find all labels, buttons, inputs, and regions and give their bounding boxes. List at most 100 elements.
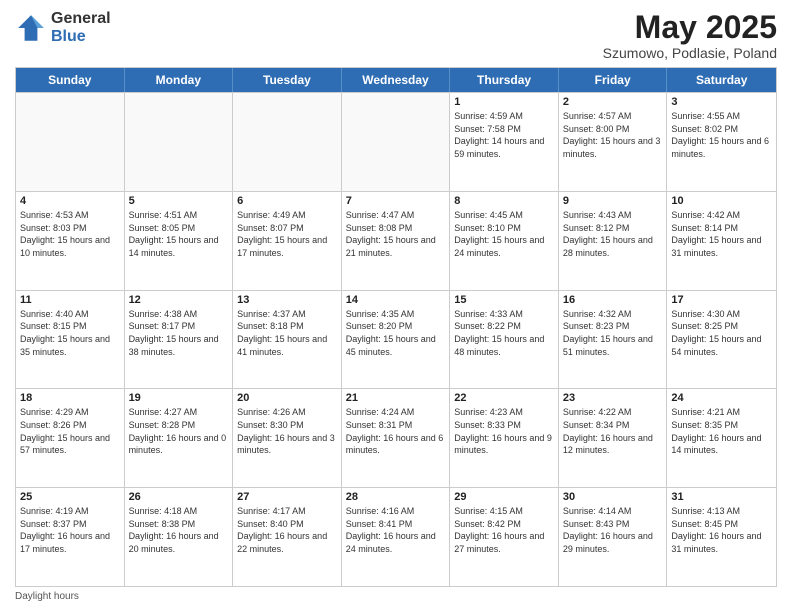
day-number: 19 — [129, 392, 229, 404]
cal-cell — [16, 93, 125, 191]
cal-cell: 6 Sunrise: 4:49 AM Sunset: 8:07 PM Daylig… — [233, 192, 342, 290]
cal-header-monday: Monday — [125, 68, 234, 92]
day-number: 31 — [671, 491, 772, 503]
cal-cell: 19Sunrise: 4:27 AM Sunset: 8:28 PM Dayli… — [125, 389, 234, 487]
day-number: 18 — [20, 392, 120, 404]
title-location: Szumowo, Podlasie, Poland — [603, 45, 777, 61]
cal-cell: 5Sunrise: 4:51 AM Sunset: 8:05 PM Daylig… — [125, 192, 234, 290]
cal-cell: 13 Sunrise: 4:37 AM Sunset: 8:18 PM Dayli… — [233, 291, 342, 389]
cal-cell: 3 Sunrise: 4:55 AM Sunset: 8:02 PM Daylig… — [667, 93, 776, 191]
cal-cell: 4Sunrise: 4:53 AM Sunset: 8:03 PM Daylig… — [16, 192, 125, 290]
day-detail: Sunrise: 4:24 AM Sunset: 8:31 PM Dayligh… — [346, 406, 446, 456]
cal-cell: 25 Sunrise: 4:19 AM Sunset: 8:37 PM Dayli… — [16, 488, 125, 586]
day-number: 6 — [237, 195, 337, 207]
cal-header-tuesday: Tuesday — [233, 68, 342, 92]
day-detail: Sunrise: 4:15 AM Sunset: 8:42 PM Dayligh… — [454, 505, 554, 555]
day-number: 21 — [346, 392, 446, 404]
header: General Blue May 2025 Szumowo, Podlasie,… — [15, 10, 777, 61]
day-number: 15 — [454, 294, 554, 306]
cal-week-4: 18 Sunrise: 4:29 AM Sunset: 8:26 PM Dayli… — [16, 388, 776, 487]
cal-cell: 10 Sunrise: 4:42 AM Sunset: 8:14 PM Dayli… — [667, 192, 776, 290]
cal-cell — [342, 93, 451, 191]
cal-header-thursday: Thursday — [450, 68, 559, 92]
logo-text: General Blue — [51, 10, 111, 45]
day-detail: Sunrise: 4:55 AM Sunset: 8:02 PM Dayligh… — [671, 110, 772, 160]
day-number: 10 — [671, 195, 772, 207]
cal-cell: 29 Sunrise: 4:15 AM Sunset: 8:42 PM Dayli… — [450, 488, 559, 586]
calendar-body: 1 Sunrise: 4:59 AM Sunset: 7:58 PM Daylig… — [16, 92, 776, 586]
cal-cell: 23 Sunrise: 4:22 AM Sunset: 8:34 PM Dayli… — [559, 389, 668, 487]
logo: General Blue — [15, 10, 111, 45]
title-month: May 2025 — [603, 10, 777, 45]
day-detail: Sunrise: 4:43 AM Sunset: 8:12 PM Dayligh… — [563, 209, 663, 259]
day-detail: Sunrise: 4:53 AM Sunset: 8:03 PM Dayligh… — [20, 209, 120, 259]
day-number: 8 — [454, 195, 554, 207]
day-detail: Sunrise: 4:57 AM Sunset: 8:00 PM Dayligh… — [563, 110, 663, 160]
cal-cell: 31 Sunrise: 4:13 AM Sunset: 8:45 PM Dayli… — [667, 488, 776, 586]
cal-cell: 7 Sunrise: 4:47 AM Sunset: 8:08 PM Daylig… — [342, 192, 451, 290]
cal-cell: 26 Sunrise: 4:18 AM Sunset: 8:38 PM Dayli… — [125, 488, 234, 586]
day-number: 25 — [20, 491, 120, 503]
day-detail: Sunrise: 4:37 AM Sunset: 8:18 PM Dayligh… — [237, 308, 337, 358]
day-number: 27 — [237, 491, 337, 503]
cal-cell: 11 Sunrise: 4:40 AM Sunset: 8:15 PM Dayli… — [16, 291, 125, 389]
cal-header-friday: Friday — [559, 68, 668, 92]
logo-blue-text: Blue — [51, 28, 111, 46]
day-number: 11 — [20, 294, 120, 306]
cal-cell: 14Sunrise: 4:35 AM Sunset: 8:20 PM Dayli… — [342, 291, 451, 389]
calendar: SundayMondayTuesdayWednesdayThursdayFrid… — [15, 67, 777, 587]
cal-header-saturday: Saturday — [667, 68, 776, 92]
cal-cell: 22 Sunrise: 4:23 AM Sunset: 8:33 PM Dayli… — [450, 389, 559, 487]
day-number: 22 — [454, 392, 554, 404]
day-number: 20 — [237, 392, 337, 404]
cal-cell: 16 Sunrise: 4:32 AM Sunset: 8:23 PM Dayli… — [559, 291, 668, 389]
day-detail: Sunrise: 4:22 AM Sunset: 8:34 PM Dayligh… — [563, 406, 663, 456]
cal-cell: 28Sunrise: 4:16 AM Sunset: 8:41 PM Dayli… — [342, 488, 451, 586]
day-detail: Sunrise: 4:45 AM Sunset: 8:10 PM Dayligh… — [454, 209, 554, 259]
day-detail: Sunrise: 4:14 AM Sunset: 8:43 PM Dayligh… — [563, 505, 663, 555]
day-detail: Sunrise: 4:49 AM Sunset: 8:07 PM Dayligh… — [237, 209, 337, 259]
day-number: 3 — [671, 96, 772, 108]
cal-cell: 24Sunrise: 4:21 AM Sunset: 8:35 PM Dayli… — [667, 389, 776, 487]
cal-cell: 18 Sunrise: 4:29 AM Sunset: 8:26 PM Dayli… — [16, 389, 125, 487]
day-detail: Sunrise: 4:17 AM Sunset: 8:40 PM Dayligh… — [237, 505, 337, 555]
footer-note: Daylight hours — [15, 591, 777, 602]
day-number: 29 — [454, 491, 554, 503]
cal-cell: 20Sunrise: 4:26 AM Sunset: 8:30 PM Dayli… — [233, 389, 342, 487]
cal-cell: 2Sunrise: 4:57 AM Sunset: 8:00 PM Daylig… — [559, 93, 668, 191]
cal-cell: 30Sunrise: 4:14 AM Sunset: 8:43 PM Dayli… — [559, 488, 668, 586]
day-detail: Sunrise: 4:30 AM Sunset: 8:25 PM Dayligh… — [671, 308, 772, 358]
cal-cell: 12Sunrise: 4:38 AM Sunset: 8:17 PM Dayli… — [125, 291, 234, 389]
cal-header-sunday: Sunday — [16, 68, 125, 92]
cal-header-wednesday: Wednesday — [342, 68, 451, 92]
calendar-header-row: SundayMondayTuesdayWednesdayThursdayFrid… — [16, 68, 776, 92]
day-number: 7 — [346, 195, 446, 207]
day-number: 13 — [237, 294, 337, 306]
day-detail: Sunrise: 4:59 AM Sunset: 7:58 PM Dayligh… — [454, 110, 554, 160]
day-detail: Sunrise: 4:47 AM Sunset: 8:08 PM Dayligh… — [346, 209, 446, 259]
day-number: 9 — [563, 195, 663, 207]
day-detail: Sunrise: 4:13 AM Sunset: 8:45 PM Dayligh… — [671, 505, 772, 555]
day-number: 26 — [129, 491, 229, 503]
day-detail: Sunrise: 4:42 AM Sunset: 8:14 PM Dayligh… — [671, 209, 772, 259]
day-number: 1 — [454, 96, 554, 108]
day-detail: Sunrise: 4:35 AM Sunset: 8:20 PM Dayligh… — [346, 308, 446, 358]
day-number: 23 — [563, 392, 663, 404]
day-detail: Sunrise: 4:23 AM Sunset: 8:33 PM Dayligh… — [454, 406, 554, 456]
cal-week-2: 4Sunrise: 4:53 AM Sunset: 8:03 PM Daylig… — [16, 191, 776, 290]
cal-week-1: 1 Sunrise: 4:59 AM Sunset: 7:58 PM Daylig… — [16, 92, 776, 191]
day-detail: Sunrise: 4:51 AM Sunset: 8:05 PM Dayligh… — [129, 209, 229, 259]
day-number: 17 — [671, 294, 772, 306]
day-detail: Sunrise: 4:29 AM Sunset: 8:26 PM Dayligh… — [20, 406, 120, 456]
day-detail: Sunrise: 4:38 AM Sunset: 8:17 PM Dayligh… — [129, 308, 229, 358]
day-number: 16 — [563, 294, 663, 306]
cal-cell: 15 Sunrise: 4:33 AM Sunset: 8:22 PM Dayli… — [450, 291, 559, 389]
day-detail: Sunrise: 4:40 AM Sunset: 8:15 PM Dayligh… — [20, 308, 120, 358]
day-detail: Sunrise: 4:33 AM Sunset: 8:22 PM Dayligh… — [454, 308, 554, 358]
day-detail: Sunrise: 4:19 AM Sunset: 8:37 PM Dayligh… — [20, 505, 120, 555]
cal-cell: 8 Sunrise: 4:45 AM Sunset: 8:10 PM Daylig… — [450, 192, 559, 290]
day-detail: Sunrise: 4:32 AM Sunset: 8:23 PM Dayligh… — [563, 308, 663, 358]
day-detail: Sunrise: 4:18 AM Sunset: 8:38 PM Dayligh… — [129, 505, 229, 555]
logo-icon — [15, 12, 47, 44]
cal-cell: 9 Sunrise: 4:43 AM Sunset: 8:12 PM Daylig… — [559, 192, 668, 290]
